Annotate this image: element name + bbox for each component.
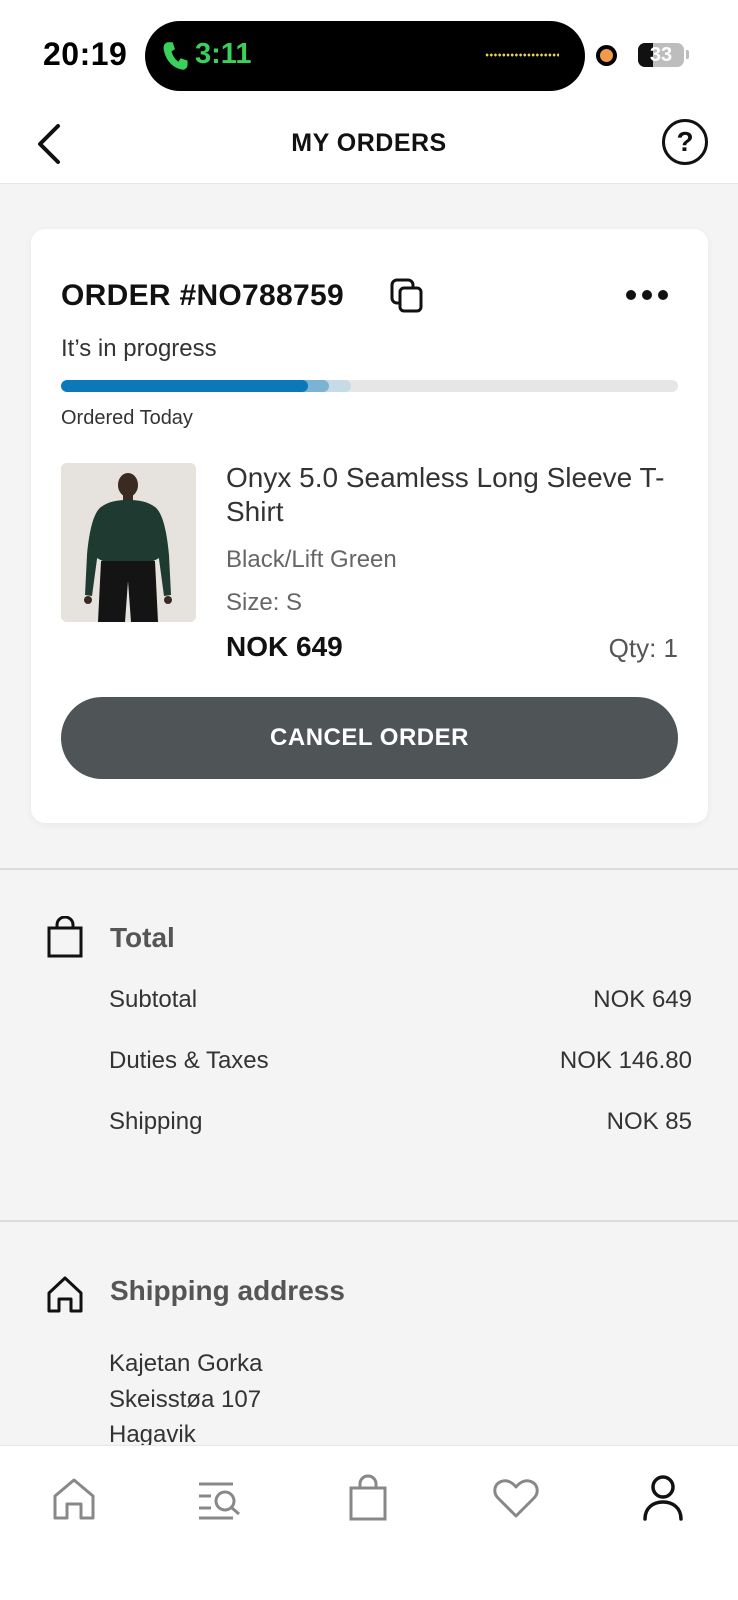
product-photo	[61, 463, 196, 622]
shipping-address-title: Shipping address	[110, 1275, 345, 1306]
microphone-indicator-icon	[596, 45, 617, 66]
header: MY ORDERS ?	[0, 105, 738, 184]
divider	[0, 1220, 738, 1222]
page-title: MY ORDERS	[291, 129, 447, 157]
home-icon[interactable]	[48, 1472, 100, 1524]
progress-fill	[61, 380, 308, 392]
tab-bar	[0, 1445, 738, 1600]
phone-icon	[163, 42, 188, 70]
order-card: ORDER #NO788759 It’s in progress Ordered…	[31, 229, 708, 823]
status-time: 20:19	[43, 36, 128, 72]
status-bar: 20:19 3:11 33	[0, 0, 738, 105]
product-size: Size: S	[226, 589, 303, 616]
subtotal-value: NOK 649	[593, 986, 692, 1013]
shipping-cost-label: Shipping	[109, 1108, 203, 1135]
battery-level: 33	[649, 44, 673, 66]
help-button[interactable]: ?	[662, 119, 708, 165]
battery-icon: 33	[638, 43, 684, 67]
call-indicator[interactable]: 3:11	[145, 21, 585, 91]
subtotal-label: Subtotal	[109, 986, 198, 1013]
call-duration: 3:11	[195, 38, 252, 70]
bag-icon[interactable]	[342, 1472, 394, 1524]
account-icon[interactable]	[637, 1472, 689, 1524]
address-name: Kajetan Gorka	[109, 1350, 263, 1377]
product-image[interactable]	[61, 463, 196, 622]
product-price: NOK 649	[226, 631, 343, 662]
product-name[interactable]: Onyx 5.0 Seamless Long Sleeve T-Shirt	[226, 461, 686, 529]
order-status: It’s in progress	[61, 335, 217, 362]
ordered-date: Ordered Today	[61, 407, 193, 429]
totals-title: Total	[110, 922, 175, 953]
order-number: ORDER #NO788759	[61, 279, 344, 312]
search-list-icon[interactable]	[193, 1472, 245, 1524]
heart-icon[interactable]	[490, 1472, 542, 1524]
more-options-icon[interactable]	[625, 285, 669, 305]
shipping-cost-value: NOK 85	[606, 1108, 692, 1135]
order-progress-bar	[61, 380, 678, 392]
battery-tip	[686, 50, 689, 59]
duties-value: NOK 146.80	[559, 1047, 692, 1074]
audio-waveform-icon	[485, 53, 559, 57]
address-street: Skeisstøa 107	[109, 1386, 262, 1413]
cancel-order-button[interactable]: CANCEL ORDER	[61, 697, 678, 779]
product-color: Black/Lift Green	[226, 546, 397, 573]
home-icon	[47, 1276, 83, 1313]
copy-icon[interactable]	[390, 278, 424, 314]
shopping-bag-icon	[47, 916, 83, 958]
duties-label: Duties & Taxes	[109, 1047, 269, 1074]
product-quantity: Qty: 1	[608, 633, 678, 663]
divider	[0, 868, 738, 870]
